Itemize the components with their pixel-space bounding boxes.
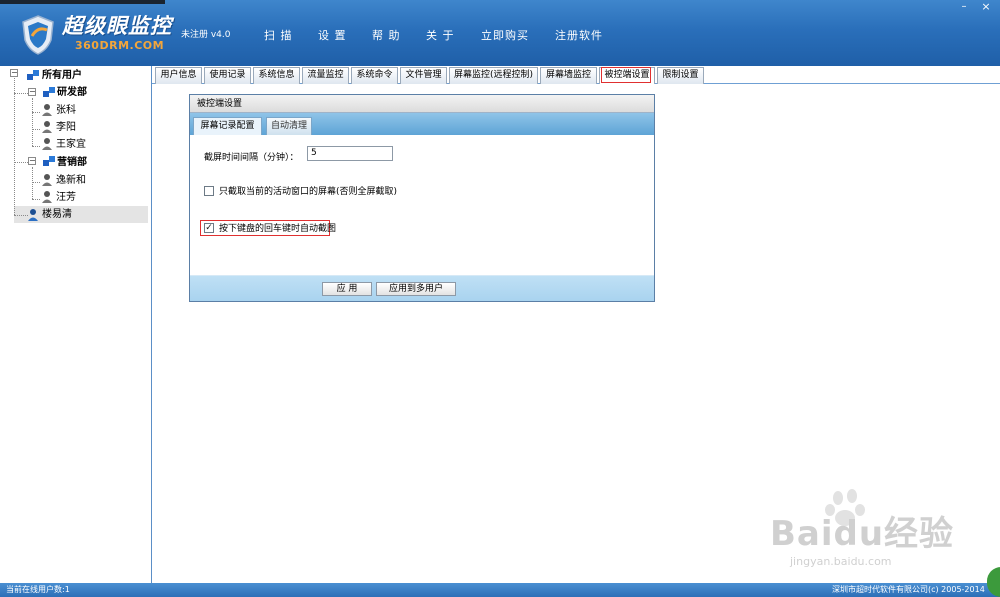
interval-label: 截屏时间间隔（分钟）： xyxy=(204,153,299,163)
menu-buy-now[interactable]: 立即购买 xyxy=(481,27,529,43)
enter-key-capture-checkbox[interactable]: ✓ xyxy=(204,223,214,233)
panel-title-bar: 被控端设置 xyxy=(190,95,654,113)
client-settings-panel: 被控端设置 屏幕记录配置 自动清理 截屏时间间隔（分钟）： 5 只截取当前的活动… xyxy=(189,94,655,302)
tab-file-manager[interactable]: 文件管理 xyxy=(400,67,447,84)
tree-group-rd[interactable]: 研发部 xyxy=(57,85,87,101)
tree-connector xyxy=(14,215,28,216)
enter-key-capture-label: 按下键盘的回车键时自动截图 xyxy=(219,224,337,234)
tab-user-info[interactable]: 用户信息 xyxy=(155,67,202,84)
header-strip xyxy=(0,0,165,4)
group-icon xyxy=(27,70,39,80)
panel-tabstrip: 屏幕记录配置 自动清理 xyxy=(190,113,654,135)
menu-scan[interactable]: 扫 描 xyxy=(264,27,293,43)
app-title: 超级眼监控 xyxy=(62,14,172,38)
apply-to-multiple-users-button[interactable]: 应用到多用户 xyxy=(376,282,456,296)
minimize-button[interactable]: – xyxy=(958,2,970,14)
panel-title: 被控端设置 xyxy=(197,99,243,109)
tab-screen-monitor[interactable]: 屏幕监控(远程控制) xyxy=(449,67,538,84)
tab-system-command[interactable]: 系统命令 xyxy=(351,67,398,84)
logo-icon xyxy=(22,15,54,55)
tree-connector xyxy=(14,162,28,163)
active-window-label: 只截取当前的活动窗口的屏幕(否则全屏截取) xyxy=(219,187,398,197)
user-icon xyxy=(42,138,52,150)
menu-settings[interactable]: 设 置 xyxy=(318,27,347,43)
tree-user[interactable]: 汪芳 xyxy=(56,190,76,206)
active-window-checkbox[interactable] xyxy=(204,186,214,196)
watermark-url: jingyan.baidu.com xyxy=(790,555,892,568)
tab-screen-record-config[interactable]: 屏幕记录配置 xyxy=(193,117,262,135)
panel-body: 截屏时间间隔（分钟）： 5 只截取当前的活动窗口的屏幕(否则全屏截取) ✓ 按下… xyxy=(190,135,654,275)
tab-auto-clean[interactable]: 自动清理 xyxy=(266,117,312,135)
registration-status: 未注册 v4.0 xyxy=(181,30,231,40)
user-icon-online xyxy=(28,209,38,221)
collapse-group-icon[interactable]: − xyxy=(28,157,36,165)
user-icon xyxy=(42,104,52,116)
collapse-root-icon[interactable]: − xyxy=(10,69,18,77)
tree-user-selected[interactable]: 楼易清 xyxy=(42,207,72,223)
tab-highlight-box xyxy=(601,67,651,83)
main-tabbar: 用户信息 使用记录 系统信息 流量监控 系统命令 文件管理 屏幕监控(远程控制)… xyxy=(152,66,1000,84)
status-bar: 当前在线用户数:1 深圳市超时代软件有限公司(c) 2005-2014 xyxy=(0,583,1000,597)
group-icon xyxy=(43,87,55,97)
tree-connector xyxy=(32,98,33,146)
tab-restrictions[interactable]: 限制设置 xyxy=(657,67,704,84)
tree-connector xyxy=(32,112,40,113)
tab-usage-log[interactable]: 使用记录 xyxy=(204,67,251,84)
tree-connector xyxy=(14,74,15,215)
tree-connector xyxy=(32,129,40,130)
user-tree: − 所有用户 − 研发部 张科 李阳 王家宜 − 营销部 逸新和 汪芳 楼易清 xyxy=(0,66,152,583)
tab-system-info[interactable]: 系统信息 xyxy=(253,67,300,84)
menu-register[interactable]: 注册软件 xyxy=(555,27,603,43)
tree-user[interactable]: 张科 xyxy=(56,103,76,119)
tree-connector xyxy=(32,167,33,199)
apply-button[interactable]: 应 用 xyxy=(322,282,372,296)
tree-connector xyxy=(32,146,40,147)
tree-user[interactable]: 逸新和 xyxy=(56,173,86,189)
tree-group-sales[interactable]: 营销部 xyxy=(57,155,87,171)
tree-connector xyxy=(32,182,40,183)
tree-user[interactable]: 李阳 xyxy=(56,120,76,136)
watermark-brand: Baidu经验 xyxy=(770,514,955,554)
user-icon xyxy=(42,191,52,203)
close-button[interactable]: × xyxy=(980,1,992,14)
collapse-group-icon[interactable]: − xyxy=(28,88,36,96)
copyright-text: 深圳市超时代软件有限公司(c) 2005-2014 xyxy=(832,585,985,594)
title-bar: 超级眼监控 360DRM.COM 未注册 v4.0 扫 描 设 置 帮 助 关 … xyxy=(0,0,1000,66)
app-subtitle: 360DRM.COM xyxy=(75,39,165,52)
interval-input[interactable]: 5 xyxy=(307,146,393,161)
menu-help[interactable]: 帮 助 xyxy=(372,27,401,43)
panel-footer: 应 用 应用到多用户 xyxy=(190,275,654,301)
tab-traffic-monitor[interactable]: 流量监控 xyxy=(302,67,349,84)
user-icon xyxy=(42,174,52,186)
tree-root-all-users[interactable]: 所有用户 xyxy=(42,68,82,84)
tree-connector xyxy=(32,199,40,200)
tree-user[interactable]: 王家宜 xyxy=(56,137,86,153)
menu-about[interactable]: 关 于 xyxy=(426,27,455,43)
group-icon xyxy=(43,156,55,166)
tree-connector xyxy=(14,93,28,94)
user-icon xyxy=(42,121,52,133)
tab-screen-wall[interactable]: 屏幕墙监控 xyxy=(540,67,597,84)
online-user-count: 当前在线用户数:1 xyxy=(6,585,70,594)
